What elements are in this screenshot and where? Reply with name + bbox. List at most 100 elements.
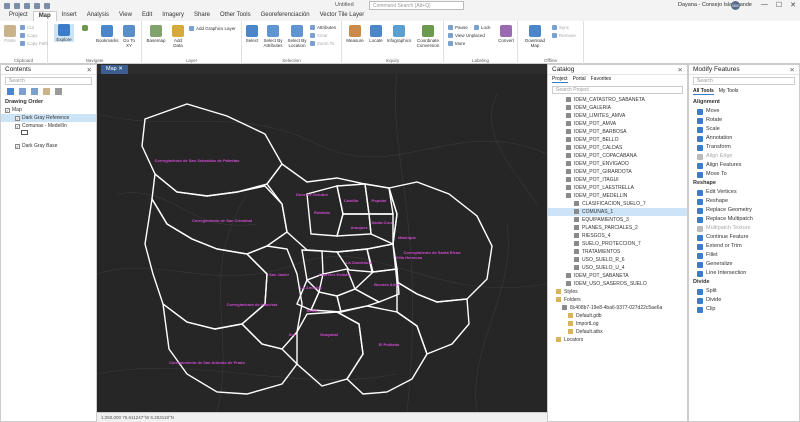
- checkbox-icon[interactable]: ✓: [15, 144, 20, 149]
- select-by-attributes-button[interactable]: Select By Attributes: [262, 25, 284, 48]
- tool-rotate[interactable]: Rotate: [689, 116, 799, 125]
- map-scale[interactable]: 1:250,000: [101, 415, 121, 420]
- catalog-item[interactable]: IDEM_LIMITES_AMVA: [548, 112, 687, 120]
- coordinate-conversion-button[interactable]: Coordinate Conversion: [414, 25, 442, 48]
- list-by-source-icon[interactable]: [19, 88, 26, 95]
- zoom-to-selection-button[interactable]: Zoom To: [310, 41, 334, 46]
- download-map-button[interactable]: Download Map: [522, 25, 548, 48]
- catalog-item[interactable]: IDEM_CATASTRO_SABANETA: [548, 96, 687, 104]
- tool-align-edge[interactable]: Align Edge: [689, 152, 799, 161]
- copy-button[interactable]: Copy: [20, 33, 38, 38]
- new-icon[interactable]: [4, 2, 10, 9]
- lock-labels-button[interactable]: Lock: [474, 25, 491, 30]
- catalog-item[interactable]: IDEM_POT_LAESTRELLA: [548, 184, 687, 192]
- catalog-item[interactable]: Default.atbx: [548, 328, 687, 336]
- view-unplaced-button[interactable]: View Unplaced: [448, 33, 485, 38]
- tab-my-tools[interactable]: My Tools: [719, 88, 739, 95]
- infographics-button[interactable]: Infographics: [386, 25, 412, 43]
- tool-extend-or-trim[interactable]: Extend or Trim: [689, 242, 799, 251]
- catalog-item[interactable]: SUELO_PROTECCION_7: [548, 240, 687, 248]
- list-by-editing-icon[interactable]: [43, 88, 50, 95]
- map-canvas[interactable]: Corregimiento de San Sebastián de Palmit…: [97, 74, 547, 412]
- catalog-item[interactable]: RIESGOS_4: [548, 232, 687, 240]
- layer-dark-gray-base[interactable]: ✓ Dark Gray Base: [1, 142, 96, 150]
- catalog-item[interactable]: IDEM_POT_ENVIGADO: [548, 160, 687, 168]
- tool-split[interactable]: Split: [689, 287, 799, 296]
- catalog-item[interactable]: Folders: [548, 296, 687, 304]
- layer-map[interactable]: ✓ Map: [1, 106, 96, 114]
- tool-generalize[interactable]: Generalize: [689, 260, 799, 269]
- tab-portal[interactable]: Portal: [573, 76, 586, 83]
- tool-replace-multipatch[interactable]: Replace Multipatch: [689, 215, 799, 224]
- avatar[interactable]: DM: [731, 1, 740, 10]
- catalog-item[interactable]: IDEM_POT_SABANETA: [548, 272, 687, 280]
- remove-button[interactable]: Remove: [552, 33, 576, 38]
- catalog-item[interactable]: IDEM_POT_MEDELLIN: [548, 192, 687, 200]
- command-search-input[interactable]: Command Search (Alt+Q): [369, 1, 464, 10]
- sync-button[interactable]: Sync: [552, 25, 569, 30]
- catalog-item[interactable]: IDEM_POT_CALDAS: [548, 144, 687, 152]
- contents-search-input[interactable]: Search: [5, 77, 92, 85]
- checkbox-icon[interactable]: ✓: [5, 108, 10, 113]
- pause-labels-button[interactable]: Pause: [448, 25, 468, 30]
- paste-button[interactable]: Paste: [3, 25, 17, 43]
- tool-continue-feature[interactable]: Continue Feature: [689, 233, 799, 242]
- list-by-snapping-icon[interactable]: [55, 88, 62, 95]
- save-icon[interactable]: [24, 2, 30, 9]
- catalog-item[interactable]: IDEM_POT_ITAGUI: [548, 176, 687, 184]
- add-graphics-layer-button[interactable]: Add Graphics Layer: [189, 26, 236, 31]
- select-by-location-button[interactable]: Select By Location: [286, 25, 308, 48]
- bookmarks-button[interactable]: Bookmarks: [96, 25, 119, 43]
- user-name[interactable]: Dayana - Consejo Isla Grande: [678, 2, 752, 8]
- catalog-item[interactable]: IDEM_POT_BELLO: [548, 136, 687, 144]
- list-by-selection-icon[interactable]: [31, 88, 38, 95]
- layer-comunas[interactable]: ✓ Comunas - Medellín: [1, 122, 96, 130]
- catalog-item[interactable]: Locators: [548, 336, 687, 344]
- tool-fillet[interactable]: Fillet: [689, 251, 799, 260]
- measure-button[interactable]: Measure: [345, 25, 365, 43]
- tool-scale[interactable]: Scale: [689, 125, 799, 134]
- tool-move[interactable]: Move: [689, 107, 799, 116]
- clear-selection-button[interactable]: Clear: [310, 33, 328, 38]
- tool-replace-geometry[interactable]: Replace Geometry: [689, 206, 799, 215]
- tab-project[interactable]: Project: [4, 11, 33, 21]
- tab-other-tools[interactable]: Other Tools: [215, 11, 256, 21]
- open-icon[interactable]: [14, 2, 20, 9]
- basemap-button[interactable]: Basemap: [146, 25, 166, 43]
- catalog-item[interactable]: TRATAMIENTOS: [548, 248, 687, 256]
- convert-button[interactable]: Convert: [496, 25, 516, 43]
- minimize-button[interactable]: —: [761, 1, 768, 9]
- tool-multipatch-texture[interactable]: Multipatch Texture: [689, 224, 799, 233]
- tool-transform[interactable]: Transform: [689, 143, 799, 152]
- catalog-item[interactable]: Default.gdb: [548, 312, 687, 320]
- tool-divide[interactable]: Divide: [689, 296, 799, 305]
- catalog-item[interactable]: IDEM_POT_COPACABANA: [548, 152, 687, 160]
- checkbox-icon[interactable]: ✓: [15, 124, 20, 129]
- section-alignment[interactable]: Alignment: [689, 98, 799, 107]
- catalog-item[interactable]: USO_SUELO_R_6: [548, 256, 687, 264]
- catalog-item[interactable]: EQUIPAMIENTOS_3: [548, 216, 687, 224]
- catalog-item[interactable]: IDEM_USO_SASEROS_SUELO: [548, 280, 687, 288]
- tool-clip[interactable]: Clip: [689, 305, 799, 314]
- close-icon[interactable]: ✕: [678, 66, 683, 74]
- close-button[interactable]: ✕: [790, 1, 796, 9]
- tab-all-tools[interactable]: All Tools: [693, 88, 714, 95]
- tool-annotation[interactable]: Annotation: [689, 134, 799, 143]
- tab-map[interactable]: Map: [32, 11, 57, 21]
- catalog-item[interactable]: IDEM_GALERIA: [548, 104, 687, 112]
- locate-button[interactable]: Locate: [367, 25, 385, 43]
- tool-line-intersection[interactable]: Line Intersection: [689, 269, 799, 278]
- tab-project[interactable]: Project: [552, 76, 568, 83]
- comunas-map[interactable]: Corregimiento de San Sebastián de Palmit…: [97, 74, 547, 412]
- labeling-more-button[interactable]: More: [448, 41, 465, 46]
- tool-move-to[interactable]: Move To: [689, 170, 799, 179]
- goto-xy-button[interactable]: Go To XY: [120, 25, 138, 48]
- attributes-button[interactable]: Attributes: [310, 25, 336, 30]
- catalog-item[interactable]: CLASIFICACION_SUELO_7: [548, 200, 687, 208]
- tool-align-features[interactable]: Align Features: [689, 161, 799, 170]
- tab-favorites[interactable]: Favorites: [591, 76, 612, 83]
- tab-imagery[interactable]: Imagery: [157, 11, 189, 21]
- catalog-item[interactable]: PLANES_PARCIALES_2: [548, 224, 687, 232]
- catalog-item[interactable]: IDEM_POT_AMVA: [548, 120, 687, 128]
- select-button[interactable]: Select: [244, 25, 260, 43]
